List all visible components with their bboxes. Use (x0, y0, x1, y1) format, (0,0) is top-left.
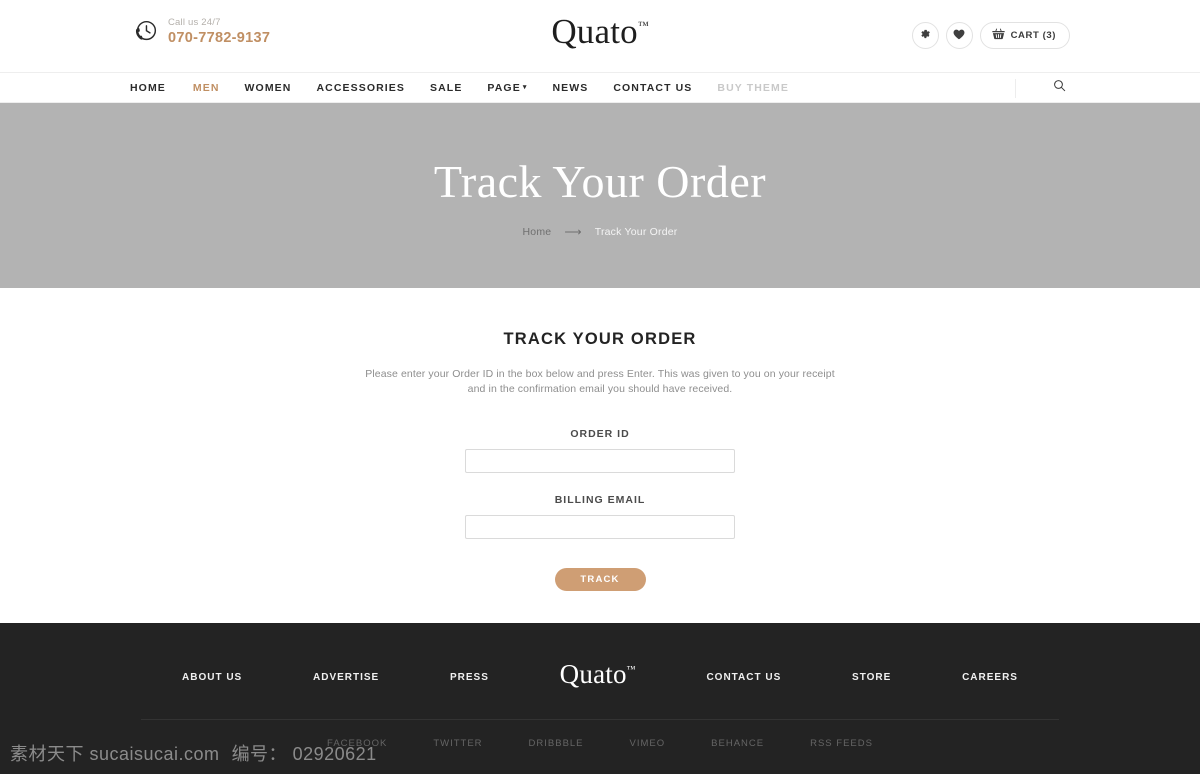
nav-item-sale[interactable]: SALE (430, 82, 487, 94)
watermark: 素材天下 sucaisucai.com 编号： 02920621 (10, 740, 377, 766)
clock-phone-icon (132, 18, 159, 45)
nav-label: ACCESSORIES (316, 81, 406, 94)
watermark-site: 素材天下 sucaisucai.com (10, 744, 220, 764)
track-order-form: ORDER ID BILLING EMAIL TRACK (465, 428, 735, 591)
nav-item-news[interactable]: NEWS (552, 82, 613, 94)
cart-label: CART (3) (1010, 30, 1056, 41)
social-link-twitter[interactable]: TWITTER (433, 738, 482, 749)
gear-icon (919, 27, 931, 45)
section-description: Please enter your Order ID in the box be… (365, 368, 835, 395)
track-button[interactable]: TRACK (554, 568, 646, 591)
social-link-behance[interactable]: BEHANCE (711, 738, 764, 749)
nav-label: NEWS (552, 81, 589, 94)
search-icon (1053, 79, 1066, 97)
footer-link-store[interactable]: STORE (852, 672, 891, 683)
nav-label: CONTACT US (613, 81, 693, 94)
chevron-down-icon: ▾ (522, 84, 528, 91)
cart-button[interactable]: CART (3) (979, 22, 1070, 49)
nav-item-contact-us[interactable]: CONTACT US (613, 82, 717, 94)
order-id-label: ORDER ID (570, 428, 630, 440)
breadcrumb-home-link[interactable]: Home (523, 226, 552, 238)
nav-label: BUY THEME (717, 81, 789, 94)
footer-logo-text: Quato (559, 659, 627, 689)
footer-link-about-us[interactable]: ABOUT US (182, 672, 242, 683)
nav-label: SALE (430, 81, 463, 94)
call-us-label: Call us 24/7 (168, 17, 221, 28)
footer-logo-trademark: ™ (626, 664, 636, 674)
footer-link-press[interactable]: PRESS (450, 672, 489, 683)
nav-label: MEN (192, 81, 220, 94)
breadcrumb-arrow-icon: ⟶ (564, 224, 582, 239)
nav-item-buy-theme[interactable]: BUY THEME (717, 82, 814, 94)
search-button[interactable] (1048, 77, 1070, 99)
main-content: TRACK YOUR ORDER Please enter your Order… (0, 288, 1200, 623)
nav-label: WOMEN (244, 81, 292, 94)
nav-label: HOME (130, 81, 166, 94)
billing-email-input[interactable] (465, 515, 735, 539)
call-us-block: Call us 24/7 070-7782-9137 (132, 18, 270, 45)
cart-basket-icon (991, 28, 1005, 43)
social-link-dribbble[interactable]: DRIBBBLE (529, 738, 584, 749)
footer-navigation: ABOUT US ADVERTISE PRESS Quato™ CONTACT … (130, 661, 1070, 691)
header-actions: CART (3) (911, 22, 1070, 49)
section-title: TRACK YOUR ORDER (503, 330, 697, 348)
page-root: Call us 24/7 070-7782-9137 Quato™ CART (… (0, 0, 1200, 774)
nav-item-page[interactable]: PAGE ▾ (487, 82, 552, 94)
order-id-input[interactable] (465, 449, 735, 473)
footer-link-contact-us[interactable]: CONTACT US (706, 672, 781, 683)
call-us-number[interactable]: 070-7782-9137 (168, 30, 270, 46)
nav-item-men[interactable]: MEN (193, 82, 245, 94)
footer-link-advertise[interactable]: ADVERTISE (313, 672, 379, 683)
site-header: Call us 24/7 070-7782-9137 Quato™ CART (… (0, 0, 1200, 72)
watermark-id: 编号： 02920621 (231, 744, 377, 764)
nav-item-accessories[interactable]: ACCESSORIES (316, 82, 430, 94)
nav-divider (1015, 79, 1016, 98)
social-link-rss-feeds[interactable]: RSS FEEDS (810, 738, 873, 749)
site-logo-text: Quato (551, 12, 638, 51)
social-link-vimeo[interactable]: VIMEO (630, 738, 666, 749)
footer-divider (141, 719, 1059, 720)
site-logo-trademark: ™ (637, 20, 649, 32)
billing-email-label: BILLING EMAIL (554, 494, 646, 506)
page-title: Track Your Order (433, 155, 767, 207)
breadcrumb: Home ⟶ Track Your Order (523, 225, 678, 239)
footer-link-careers[interactable]: CAREERS (962, 672, 1018, 683)
breadcrumb-current: Track Your Order (594, 225, 678, 238)
nav-item-home[interactable]: HOME (130, 82, 193, 94)
settings-button[interactable] (911, 22, 939, 49)
page-hero-banner: Track Your Order Home ⟶ Track Your Order (0, 103, 1200, 288)
footer-logo[interactable]: Quato™ (560, 661, 636, 688)
nav-item-women[interactable]: WOMEN (245, 82, 317, 94)
nav-label: PAGE (487, 81, 521, 94)
wishlist-button[interactable] (945, 22, 973, 49)
main-navigation: HOME MEN WOMEN ACCESSORIES SALE PAGE ▾ NE… (0, 72, 1200, 103)
nav-list: HOME MEN WOMEN ACCESSORIES SALE PAGE ▾ NE… (130, 82, 814, 94)
site-logo[interactable]: Quato™ (551, 12, 648, 52)
heart-icon (953, 27, 965, 45)
